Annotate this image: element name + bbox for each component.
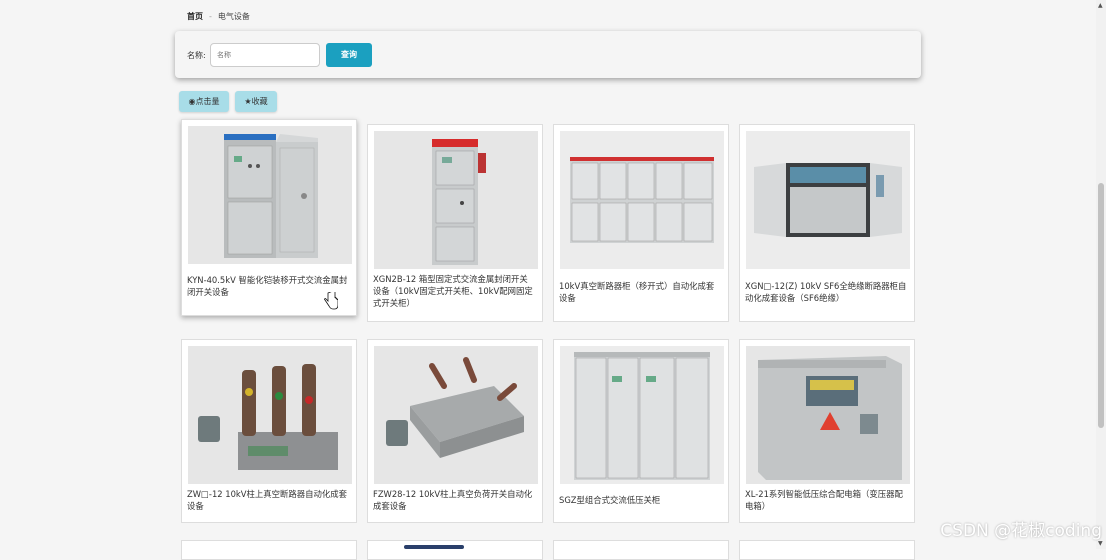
product-card[interactable]: XGN□-12(Z) 10kV SF6全绝缘断路器柜自动化成套设备（SF6绝缘）	[739, 124, 915, 322]
product-image[interactable]	[560, 346, 724, 484]
product-caption[interactable]: XGN□-12(Z) 10kV SF6全绝缘断路器柜自动化成套设备（SF6绝缘）	[745, 280, 908, 304]
scrollbar[interactable]: ▲ ▼	[1096, 0, 1106, 549]
product-caption[interactable]: XL-21系列智能低压综合配电箱（变压器配电箱）	[745, 488, 908, 512]
search-input[interactable]	[210, 43, 320, 67]
sort-favorites-button[interactable]: ★收藏	[235, 91, 277, 112]
sort-views-label: 点击量	[195, 97, 220, 106]
hand-cursor-icon	[324, 292, 338, 310]
breadcrumb-separator: -	[209, 12, 212, 21]
product-card[interactable]: SGZ型组合式交流低压关柜	[553, 339, 729, 523]
search-panel: 名称: 查询	[175, 31, 921, 78]
product-card[interactable]: XGN2B-12 箱型固定式交流金属封闭开关设备（10kV固定式开关柜、10kV…	[367, 124, 543, 322]
product-card[interactable]: XL-21系列智能低压综合配电箱（变压器配电箱）	[739, 339, 915, 523]
star-icon: ★	[244, 97, 252, 106]
product-card[interactable]	[739, 540, 915, 560]
query-button[interactable]: 查询	[326, 43, 372, 67]
breadcrumb-home[interactable]: 首页	[187, 12, 203, 21]
product-card[interactable]: FZW28-12 10kV柱上真空负荷开关自动化成套设备	[367, 339, 543, 523]
watermark: CSDN @花椒coding	[940, 521, 1102, 541]
product-caption[interactable]: 10kV真空断路器柜（移开式）自动化成套设备	[559, 280, 722, 304]
product-image[interactable]	[374, 346, 538, 484]
breadcrumb-current: 电气设备	[217, 12, 250, 21]
product-card[interactable]	[553, 540, 729, 560]
product-image[interactable]	[746, 346, 910, 484]
scroll-down-arrow-icon[interactable]: ▼	[1098, 540, 1103, 547]
product-caption[interactable]: XGN2B-12 箱型固定式交流金属封闭开关设备（10kV固定式开关柜、10kV…	[373, 273, 536, 309]
product-caption[interactable]: ZW□-12 10kV柱上真空断路器自动化成套设备	[187, 488, 350, 512]
product-image[interactable]	[404, 545, 464, 549]
sort-favorites-label: 收藏	[251, 97, 268, 106]
product-card[interactable]: 10kV真空断路器柜（移开式）自动化成套设备	[553, 124, 729, 322]
product-image[interactable]	[188, 346, 352, 484]
product-image[interactable]	[560, 131, 724, 269]
scrollbar-thumb[interactable]	[1098, 183, 1104, 428]
breadcrumb: 首页 - 电气设备	[187, 11, 250, 22]
product-card[interactable]: ZW□-12 10kV柱上真空断路器自动化成套设备	[181, 339, 357, 523]
product-caption[interactable]: SGZ型组合式交流低压关柜	[559, 494, 722, 506]
product-image[interactable]	[374, 131, 538, 269]
product-card[interactable]	[367, 540, 543, 560]
product-card[interactable]: KYN-40.5kV 智能化铠装移开式交流金属封闭开关设备	[181, 119, 357, 316]
scroll-up-arrow-icon[interactable]: ▲	[1098, 2, 1103, 9]
product-caption[interactable]: FZW28-12 10kV柱上真空负荷开关自动化成套设备	[373, 488, 536, 512]
product-card[interactable]	[181, 540, 357, 560]
search-label: 名称:	[187, 51, 206, 60]
product-image[interactable]	[746, 131, 910, 269]
sort-views-button[interactable]: ◉点击量	[179, 91, 229, 112]
product-image[interactable]	[188, 126, 352, 264]
